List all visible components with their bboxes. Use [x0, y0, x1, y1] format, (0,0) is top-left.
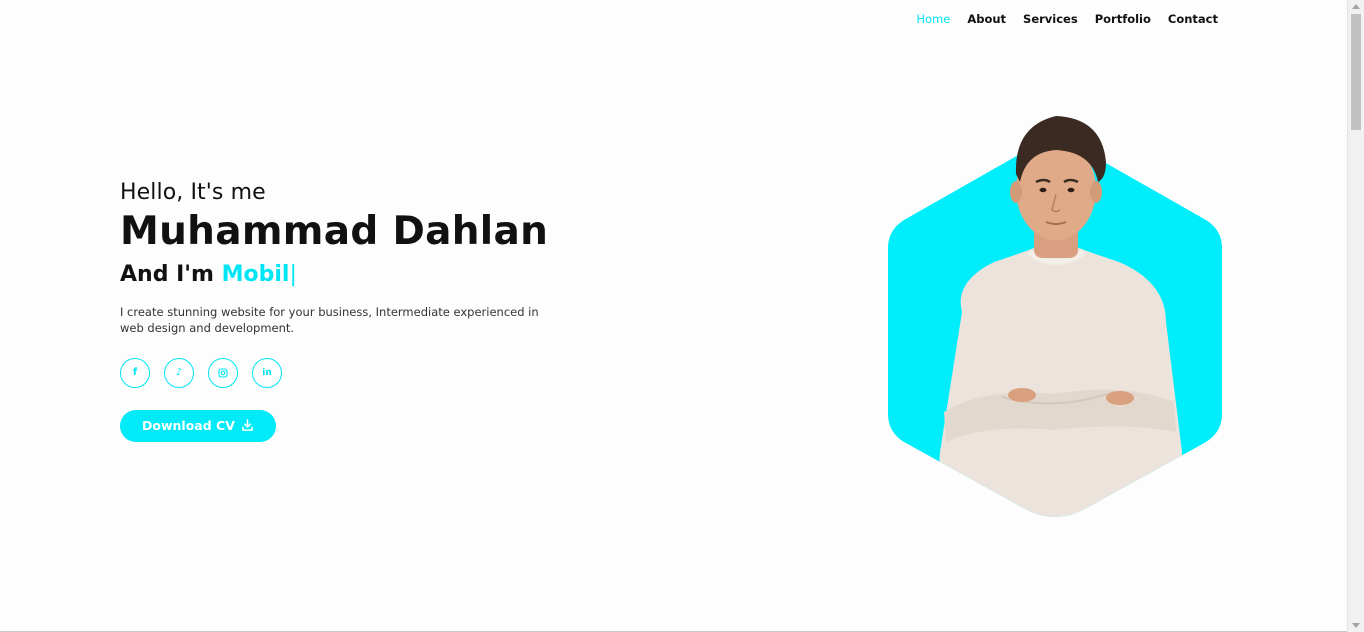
nav-home-link[interactable]: Home	[916, 12, 950, 26]
main-nav: Home About Services Portfolio Contact	[916, 12, 1218, 26]
page-scrollbar[interactable]	[1347, 0, 1364, 632]
tiktok-link[interactable]: ♪	[164, 357, 194, 388]
role-typed-text: Mobil	[221, 261, 290, 287]
facebook-link[interactable]: f	[120, 357, 150, 388]
scroll-thumb[interactable]	[1351, 14, 1361, 130]
scroll-up-arrow-icon[interactable]	[1352, 4, 1360, 9]
tiktok-icon: ♪	[175, 367, 183, 379]
role-prefix: And I'm	[120, 261, 222, 287]
typing-caret: |	[289, 261, 297, 287]
hero-greeting: Hello, It's me	[120, 180, 266, 205]
download-icon	[241, 419, 253, 432]
social-links: f ♪ in	[120, 357, 560, 388]
hero-description: I create stunning website for your busin…	[120, 304, 539, 335]
portrait-hexagon	[888, 116, 1222, 517]
download-cv-label: Download CV	[142, 418, 235, 434]
nav-contact-link[interactable]: Contact	[1168, 12, 1218, 26]
nav-services-link[interactable]: Services	[1023, 12, 1078, 26]
nav-portfolio-link[interactable]: Portfolio	[1095, 12, 1151, 26]
hero-role: And I'm Mobil|	[120, 262, 560, 287]
instagram-link[interactable]	[208, 357, 238, 388]
download-cv-button[interactable]: Download CV	[120, 409, 276, 442]
instagram-icon	[218, 368, 228, 378]
linkedin-icon: in	[262, 367, 272, 378]
facebook-icon: f	[132, 367, 138, 379]
hero-name: Muhammad Dahlan	[120, 209, 549, 254]
hero-section: Hello, It's me Muhammad Dahlan And I'm M…	[120, 180, 560, 442]
hero-portrait	[884, 112, 1226, 522]
person-illustration	[939, 116, 1183, 517]
scroll-down-arrow-icon[interactable]	[1352, 623, 1360, 628]
nav-about-link[interactable]: About	[967, 12, 1006, 26]
linkedin-link[interactable]: in	[252, 357, 282, 388]
